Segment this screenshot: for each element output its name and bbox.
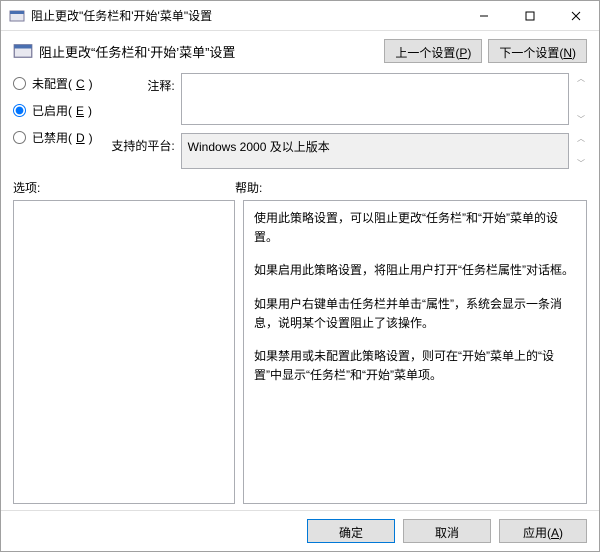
- state-radio-group: 未配置(C) 已启用(E) 已禁用(D): [13, 73, 93, 169]
- policy-icon: [13, 41, 33, 61]
- apply-button[interactable]: 应用(A): [499, 519, 587, 543]
- dialog-window: 阻止更改"任务栏和'开始'菜单"设置 阻止更改“任务栏和‘开始’菜单”设置 上一…: [0, 0, 600, 552]
- help-label: 帮助:: [235, 179, 262, 196]
- chevron-up-icon: ︿: [575, 133, 587, 144]
- header-row: 阻止更改“任务栏和‘开始’菜单”设置 上一个设置(P) 下一个设置(N): [13, 39, 587, 63]
- radio-disabled[interactable]: 已禁用(D): [13, 129, 93, 146]
- help-paragraph: 如果用户右键单击任务栏并单击“属性”，系统会显示一条消息，说明某个设置阻止了该操…: [254, 295, 576, 333]
- radio-enabled[interactable]: 已启用(E): [13, 102, 93, 119]
- help-panel: 使用此策略设置，可以阻止更改“任务栏”和“开始”菜单的设置。 如果启用此策略设置…: [243, 200, 587, 504]
- titlebar: 阻止更改"任务栏和'开始'菜单"设置: [1, 1, 599, 31]
- radio-not-configured-input[interactable]: [13, 77, 26, 90]
- comment-label: 注释:: [107, 73, 175, 94]
- maximize-button[interactable]: [507, 1, 553, 31]
- chevron-down-icon: ﹀: [575, 114, 587, 125]
- radio-not-configured[interactable]: 未配置(C): [13, 75, 93, 92]
- ok-button[interactable]: 确定: [307, 519, 395, 543]
- minimize-button[interactable]: [461, 1, 507, 31]
- policy-title: 阻止更改“任务栏和‘开始’菜单”设置: [39, 42, 235, 61]
- help-paragraph: 使用此策略设置，可以阻止更改“任务栏”和“开始”菜单的设置。: [254, 209, 576, 247]
- chevron-up-icon: ︿: [575, 73, 587, 84]
- supported-platform-box: Windows 2000 及以上版本: [181, 133, 569, 169]
- panels-header: 选项: 帮助:: [13, 179, 587, 196]
- options-panel: [13, 200, 235, 504]
- window-title: 阻止更改"任务栏和'开始'菜单"设置: [31, 7, 212, 24]
- cancel-button[interactable]: 取消: [403, 519, 491, 543]
- chevron-down-icon: ﹀: [575, 158, 587, 169]
- help-paragraph: 如果启用此策略设置，将阻止用户打开“任务栏属性”对话框。: [254, 261, 576, 280]
- config-area: 未配置(C) 已启用(E) 已禁用(D) 注释: ︿﹀ 支持: [13, 73, 587, 169]
- next-setting-button[interactable]: 下一个设置(N): [488, 39, 587, 63]
- panels: 使用此策略设置，可以阻止更改“任务栏”和“开始”菜单的设置。 如果启用此策略设置…: [13, 200, 587, 504]
- previous-setting-button[interactable]: 上一个设置(P): [384, 39, 482, 63]
- help-paragraph: 如果禁用或未配置此策略设置，则可在“开始”菜单上的“设置”中显示“任务栏”和“开…: [254, 347, 576, 385]
- policy-icon: [9, 8, 25, 24]
- supported-platform-text: Windows 2000 及以上版本: [188, 140, 330, 154]
- footer: 确定 取消 应用(A): [1, 510, 599, 551]
- content-area: 阻止更改“任务栏和‘开始’菜单”设置 上一个设置(P) 下一个设置(N) 未配置…: [1, 31, 599, 510]
- radio-disabled-input[interactable]: [13, 131, 26, 144]
- options-label: 选项:: [13, 179, 235, 196]
- radio-enabled-input[interactable]: [13, 104, 26, 117]
- platform-label: 支持的平台:: [107, 133, 175, 154]
- comment-input[interactable]: [181, 73, 569, 125]
- close-button[interactable]: [553, 1, 599, 31]
